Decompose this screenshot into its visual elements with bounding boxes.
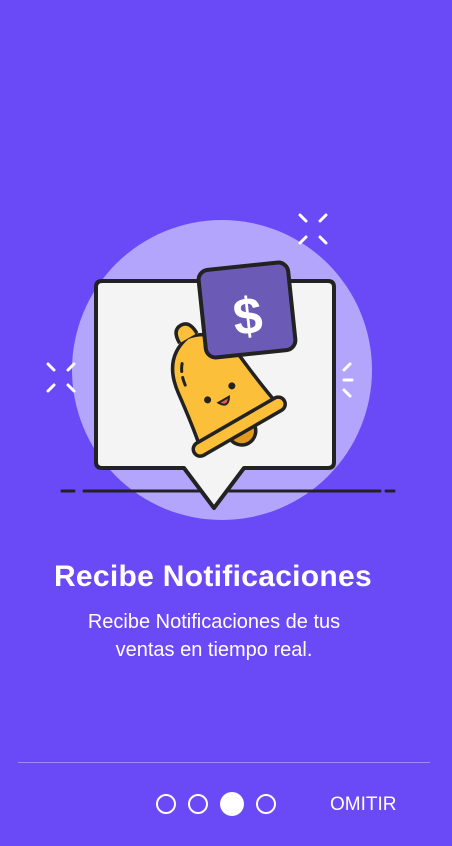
subtitle-line-2: ventas en tiempo real. bbox=[115, 639, 313, 661]
page-dot-3-active[interactable] bbox=[220, 792, 244, 816]
subtitle-line-1: Recibe Notificaciones de tus bbox=[87, 611, 341, 633]
sparkle-left-icon bbox=[46, 362, 76, 393]
currency-symbol: $ bbox=[230, 287, 265, 348]
page-dot-2[interactable] bbox=[188, 794, 208, 814]
dollar-icon: $ bbox=[196, 260, 298, 360]
onboarding-subtitle: Recibe Notificaciones de tus ventas en t… bbox=[24, 608, 404, 664]
onboarding-title: Recibe Notificaciones bbox=[53, 560, 373, 593]
page-dot-1[interactable] bbox=[156, 794, 176, 814]
footer-divider bbox=[18, 762, 430, 763]
notification-illustration: $ bbox=[46, 213, 396, 520]
page-dot-4[interactable] bbox=[256, 794, 276, 814]
sparkle-top-icon bbox=[298, 213, 328, 245]
skip-button[interactable]: OMITIR bbox=[330, 794, 397, 816]
page-indicator bbox=[156, 792, 276, 816]
